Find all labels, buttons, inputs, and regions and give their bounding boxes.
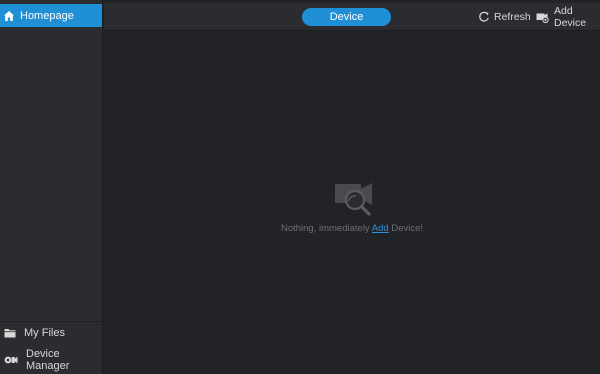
sidebar-item-my-files[interactable]: My Files [0, 321, 102, 345]
empty-state-message: Nothing, immediately Add Device! [104, 223, 600, 234]
empty-message-suffix: Device! [388, 223, 424, 234]
add-device-link[interactable]: Add [372, 223, 389, 234]
sidebar-item-label: Device Manager [26, 348, 70, 372]
camera-settings-icon [4, 354, 18, 366]
refresh-button[interactable]: Refresh [478, 9, 531, 25]
add-device-icon [536, 11, 550, 23]
tab-device[interactable]: Device [302, 8, 391, 26]
top-toolbar: Device Refresh Add Device [104, 0, 600, 31]
device-list-area: Nothing, immediately Add Device! [104, 32, 600, 374]
folder-icon [4, 328, 16, 338]
sidebar: Homepage My Files Device Manager [0, 0, 103, 374]
sidebar-item-homepage[interactable]: Homepage [0, 4, 102, 27]
add-device-label: Add Device [554, 5, 587, 29]
sidebar-item-device-manager[interactable]: Device Manager [0, 348, 102, 372]
camera-search-icon [334, 180, 376, 218]
refresh-label: Refresh [494, 11, 531, 23]
sidebar-item-label: My Files [24, 327, 65, 339]
sidebar-item-label: Homepage [20, 9, 74, 22]
home-icon [3, 10, 15, 22]
refresh-icon [478, 11, 490, 23]
empty-message-prefix: Nothing, immediately [280, 223, 372, 234]
add-device-button[interactable]: Add Device [536, 5, 600, 29]
